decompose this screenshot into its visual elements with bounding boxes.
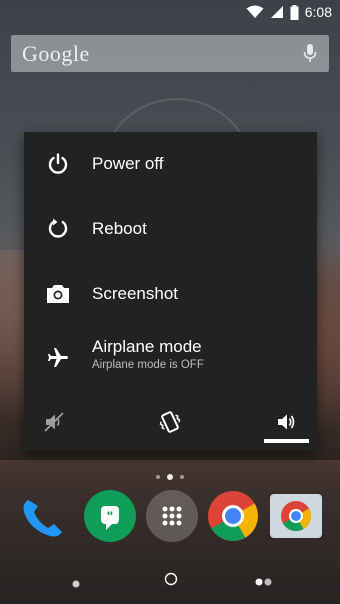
mic-icon[interactable] <box>303 43 317 68</box>
power-off-label: Power off <box>92 154 164 173</box>
google-search-bar[interactable]: Google <box>11 35 329 72</box>
sound-on-icon[interactable] <box>272 408 300 436</box>
screenshot-item[interactable]: Screenshot <box>24 261 317 326</box>
clock: 6:08 <box>304 4 332 20</box>
power-off-item[interactable]: Power off <box>24 132 317 196</box>
page-indicator <box>0 468 340 486</box>
chrome-icon[interactable] <box>207 490 259 542</box>
back-button[interactable] <box>72 575 80 593</box>
navigation-bar <box>0 556 340 604</box>
silent-icon[interactable] <box>40 408 68 436</box>
airplane-mode-item[interactable]: Airplane mode Airplane mode is OFF <box>24 326 317 392</box>
status-bar: 6:08 <box>0 0 340 24</box>
recents-button[interactable] <box>254 574 274 592</box>
airplane-mode-label: Airplane mode <box>92 337 202 356</box>
power-menu-dialog: Power off Reboot Screenshot Airplane mod… <box>24 132 317 451</box>
app-drawer-icon[interactable] <box>146 490 198 542</box>
dock: " <box>0 490 340 546</box>
wifi-icon <box>246 5 264 19</box>
phone-icon[interactable] <box>16 490 68 542</box>
svg-text:": " <box>107 508 114 524</box>
home-button[interactable] <box>164 572 178 591</box>
airplane-icon <box>46 346 70 370</box>
reboot-item[interactable]: Reboot <box>24 196 317 261</box>
airplane-mode-status: Airplane mode is OFF <box>92 359 204 371</box>
reboot-icon <box>46 217 70 241</box>
google-logo: Google <box>22 40 90 66</box>
camera-icon <box>46 282 70 306</box>
sound-mode-row <box>24 402 317 442</box>
camera-app-icon[interactable] <box>270 494 322 538</box>
screenshot-label: Screenshot <box>92 284 178 303</box>
signal-icon <box>270 5 284 19</box>
vibrate-icon[interactable] <box>156 408 184 436</box>
power-icon <box>46 152 70 176</box>
selected-mode-indicator <box>264 439 309 443</box>
hangouts-icon[interactable]: " <box>84 490 136 542</box>
battery-icon <box>290 4 299 20</box>
reboot-label: Reboot <box>92 219 147 238</box>
